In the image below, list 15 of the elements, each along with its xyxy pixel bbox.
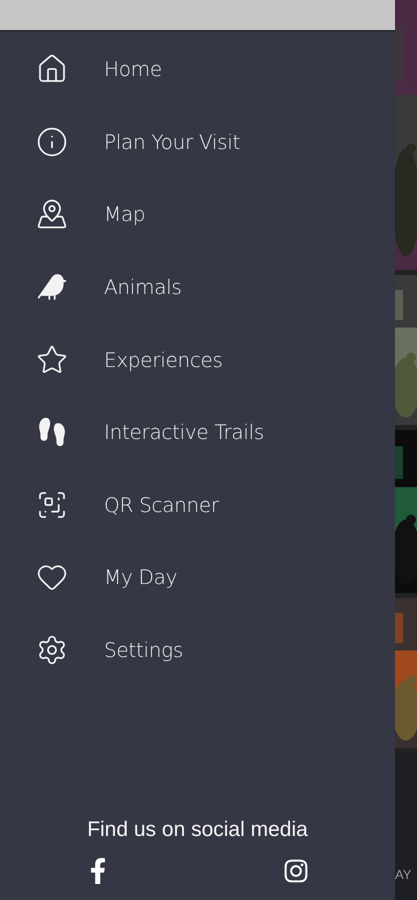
social-heading: Find us on social media bbox=[87, 818, 308, 842]
menu-item[interactable]: Animals bbox=[0, 250, 182, 324]
menu-item[interactable]: Home bbox=[0, 33, 162, 106]
menu-item[interactable]: Experiences bbox=[0, 323, 223, 396]
menu-item[interactable]: Map bbox=[0, 178, 146, 251]
menu-item[interactable]: My Day bbox=[0, 541, 178, 614]
menu-item[interactable]: Settings bbox=[0, 614, 183, 686]
instagram-link[interactable] bbox=[282, 858, 308, 884]
menu-item[interactable]: Interactive Trails bbox=[0, 396, 264, 469]
menu-item[interactable]: QR Scanner bbox=[0, 468, 219, 542]
map-pin-icon bbox=[36, 198, 68, 230]
info-icon bbox=[36, 126, 68, 158]
menu-item[interactable]: Plan Your Visit bbox=[0, 106, 240, 178]
nav-label: AY bbox=[395, 867, 412, 882]
star-icon bbox=[36, 344, 68, 376]
